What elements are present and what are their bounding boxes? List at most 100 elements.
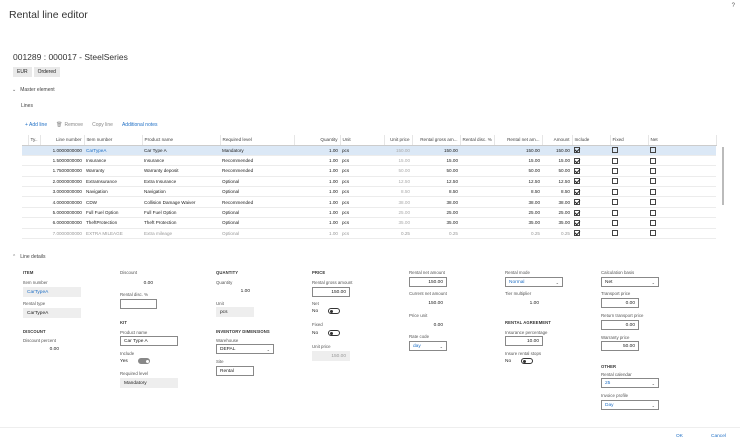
grid-column-header[interactable]: Line number [40, 135, 85, 146]
required-level-cell[interactable]: Recommended [220, 196, 294, 208]
quantity-cell[interactable]: 1.00 [294, 155, 340, 167]
fixed-cell[interactable] [610, 165, 648, 177]
fixed-cell[interactable] [610, 155, 648, 167]
netcb-checkbox[interactable] [650, 147, 656, 154]
warehouse-select[interactable]: DEPAL ⌄ [216, 344, 274, 354]
required-level-field[interactable]: Mandatory [120, 378, 178, 388]
unit-price-cell[interactable]: 35.00 [384, 217, 412, 229]
line-number-cell[interactable]: 1.5000000000 [40, 155, 84, 167]
line-number-cell[interactable]: 7.0000000000 [40, 228, 84, 240]
unit-price-cell[interactable]: 0.25 [384, 228, 412, 240]
netcb-checkbox[interactable] [650, 167, 656, 174]
line-number-cell[interactable]: 1.7500000000 [40, 165, 84, 177]
fixed-toggle[interactable]: No [312, 330, 341, 336]
gross-amount-cell[interactable]: 35.00 [412, 217, 460, 229]
grid-column-header[interactable]: Item number [84, 135, 143, 146]
grid-column-header[interactable]: Include [572, 135, 611, 146]
quantity-cell[interactable]: 1.00 [294, 228, 340, 240]
net-amount-cell[interactable]: 50.00 [494, 165, 542, 177]
netcb-cell[interactable] [648, 176, 716, 188]
include-cell[interactable] [572, 155, 610, 167]
grid-column-header[interactable]: Quantity [294, 135, 341, 146]
cancel-button[interactable]: Cancel [711, 434, 726, 439]
netcb-cell[interactable] [648, 228, 716, 240]
amount-cell[interactable]: 35.00 [542, 217, 572, 229]
table-row[interactable]: 4.0000000000 CDW Collision Damage Waiver Re… [22, 196, 716, 208]
discount-cell[interactable] [460, 165, 494, 177]
gross-amount-cell[interactable]: 8.50 [412, 186, 460, 198]
net-amount-cell[interactable]: 0.25 [494, 228, 542, 240]
unit-cell[interactable]: pcs [340, 186, 384, 198]
quantity-cell[interactable]: 1.00 [294, 176, 340, 188]
quantity-cell[interactable]: 1.00 [294, 186, 340, 198]
required-level-cell[interactable]: Recommended [220, 155, 294, 167]
product-name-cell[interactable]: Collision Damage Waiver [142, 196, 220, 208]
unit-field[interactable]: pcs [216, 307, 254, 317]
product-name-cell[interactable]: Extra mileage [142, 228, 220, 240]
unit-cell[interactable]: pcs [340, 145, 384, 156]
discount-cell[interactable] [460, 145, 494, 156]
gross-amount-cell[interactable]: 25.00 [412, 207, 460, 219]
product-name-cell[interactable]: Theft Protection [142, 217, 220, 229]
product-name-field[interactable]: Car Type A [120, 336, 178, 346]
amount-cell[interactable]: 38.00 [542, 196, 572, 208]
netcb-checkbox[interactable] [650, 219, 656, 226]
help-icon[interactable]: ? [732, 3, 735, 9]
warranty-price-field[interactable]: 50.00 [601, 341, 639, 351]
item-number-cell[interactable]: CDW [84, 196, 142, 208]
unit-price-cell[interactable]: 38.00 [384, 196, 412, 208]
include-cell[interactable] [572, 228, 610, 240]
include-cell[interactable] [572, 196, 610, 208]
net-toggle[interactable]: No [312, 308, 341, 314]
ok-button[interactable]: OK [676, 434, 683, 439]
unit-cell[interactable]: pcs [340, 228, 384, 240]
include-checkbox[interactable] [574, 209, 580, 216]
discount-cell[interactable] [460, 176, 494, 188]
line-number-cell[interactable]: 5.0000000000 [40, 207, 84, 219]
table-row[interactable]: 1.5000000000 Insurance Insurance Recommende… [22, 155, 716, 167]
netcb-checkbox[interactable] [650, 230, 656, 237]
unit-price-cell[interactable]: 8.50 [384, 186, 412, 198]
insurance-percentage-field[interactable]: 10.00 [505, 336, 543, 346]
site-field[interactable]: Rental [216, 366, 254, 376]
amount-cell[interactable]: 15.00 [542, 155, 572, 167]
grid-scrollbar[interactable] [722, 147, 724, 205]
fixed-cell[interactable] [610, 228, 648, 240]
item-number-field[interactable]: CarTypeA [23, 287, 81, 297]
net-amount-cell[interactable]: 25.00 [494, 207, 542, 219]
fixed-checkbox[interactable] [612, 230, 618, 237]
grid-column-header[interactable]: Product name [142, 135, 221, 146]
grid-column-header[interactable]: Amount [542, 135, 573, 146]
copy-line-button[interactable]: Copy line [92, 122, 113, 128]
rental-calendar-select[interactable]: 25 ⌄ [601, 378, 659, 388]
gross-amount-cell[interactable]: 150.00 [412, 145, 460, 156]
netcb-checkbox[interactable] [650, 188, 656, 195]
net-amount-field[interactable]: 150.00 [409, 277, 447, 287]
amount-cell[interactable]: 150.00 [542, 145, 572, 156]
grid-column-header[interactable]: Rental net am... [494, 135, 543, 146]
unit-price-cell[interactable]: 150.00 [384, 145, 412, 156]
unit-cell[interactable]: pcs [340, 217, 384, 229]
grid-column-header[interactable]: Unit price [384, 135, 413, 146]
net-switch[interactable] [328, 308, 341, 314]
item-number-cell[interactable]: EXTRA MILEAGE [84, 228, 142, 240]
include-checkbox[interactable] [574, 230, 580, 237]
table-row[interactable]: 7.0000000000 EXTRA MILEAGE Extra mileage Op… [22, 228, 716, 240]
fixed-cell[interactable] [610, 217, 648, 229]
table-row[interactable]: 5.0000000000 Full Fuel Option Full Fuel Op… [22, 207, 716, 219]
net-amount-cell[interactable]: 12.50 [494, 176, 542, 188]
include-cell[interactable] [572, 165, 610, 177]
netcb-cell[interactable] [648, 155, 716, 167]
line-number-cell[interactable]: 4.0000000000 [40, 196, 84, 208]
include-cell[interactable] [572, 145, 610, 156]
line-number-cell[interactable]: 2.0000000000 [40, 176, 84, 188]
include-toggle[interactable]: Yes [120, 358, 150, 364]
fixed-cell[interactable] [610, 196, 648, 208]
quantity-cell[interactable]: 1.00 [294, 196, 340, 208]
product-name-cell[interactable]: Warranty deposit [142, 165, 220, 177]
unit-cell[interactable]: pcs [340, 155, 384, 167]
include-checkbox[interactable] [574, 147, 580, 154]
required-level-cell[interactable]: Recommended [220, 165, 294, 177]
rental-disc-field[interactable] [120, 299, 157, 309]
netcb-cell[interactable] [648, 207, 716, 219]
